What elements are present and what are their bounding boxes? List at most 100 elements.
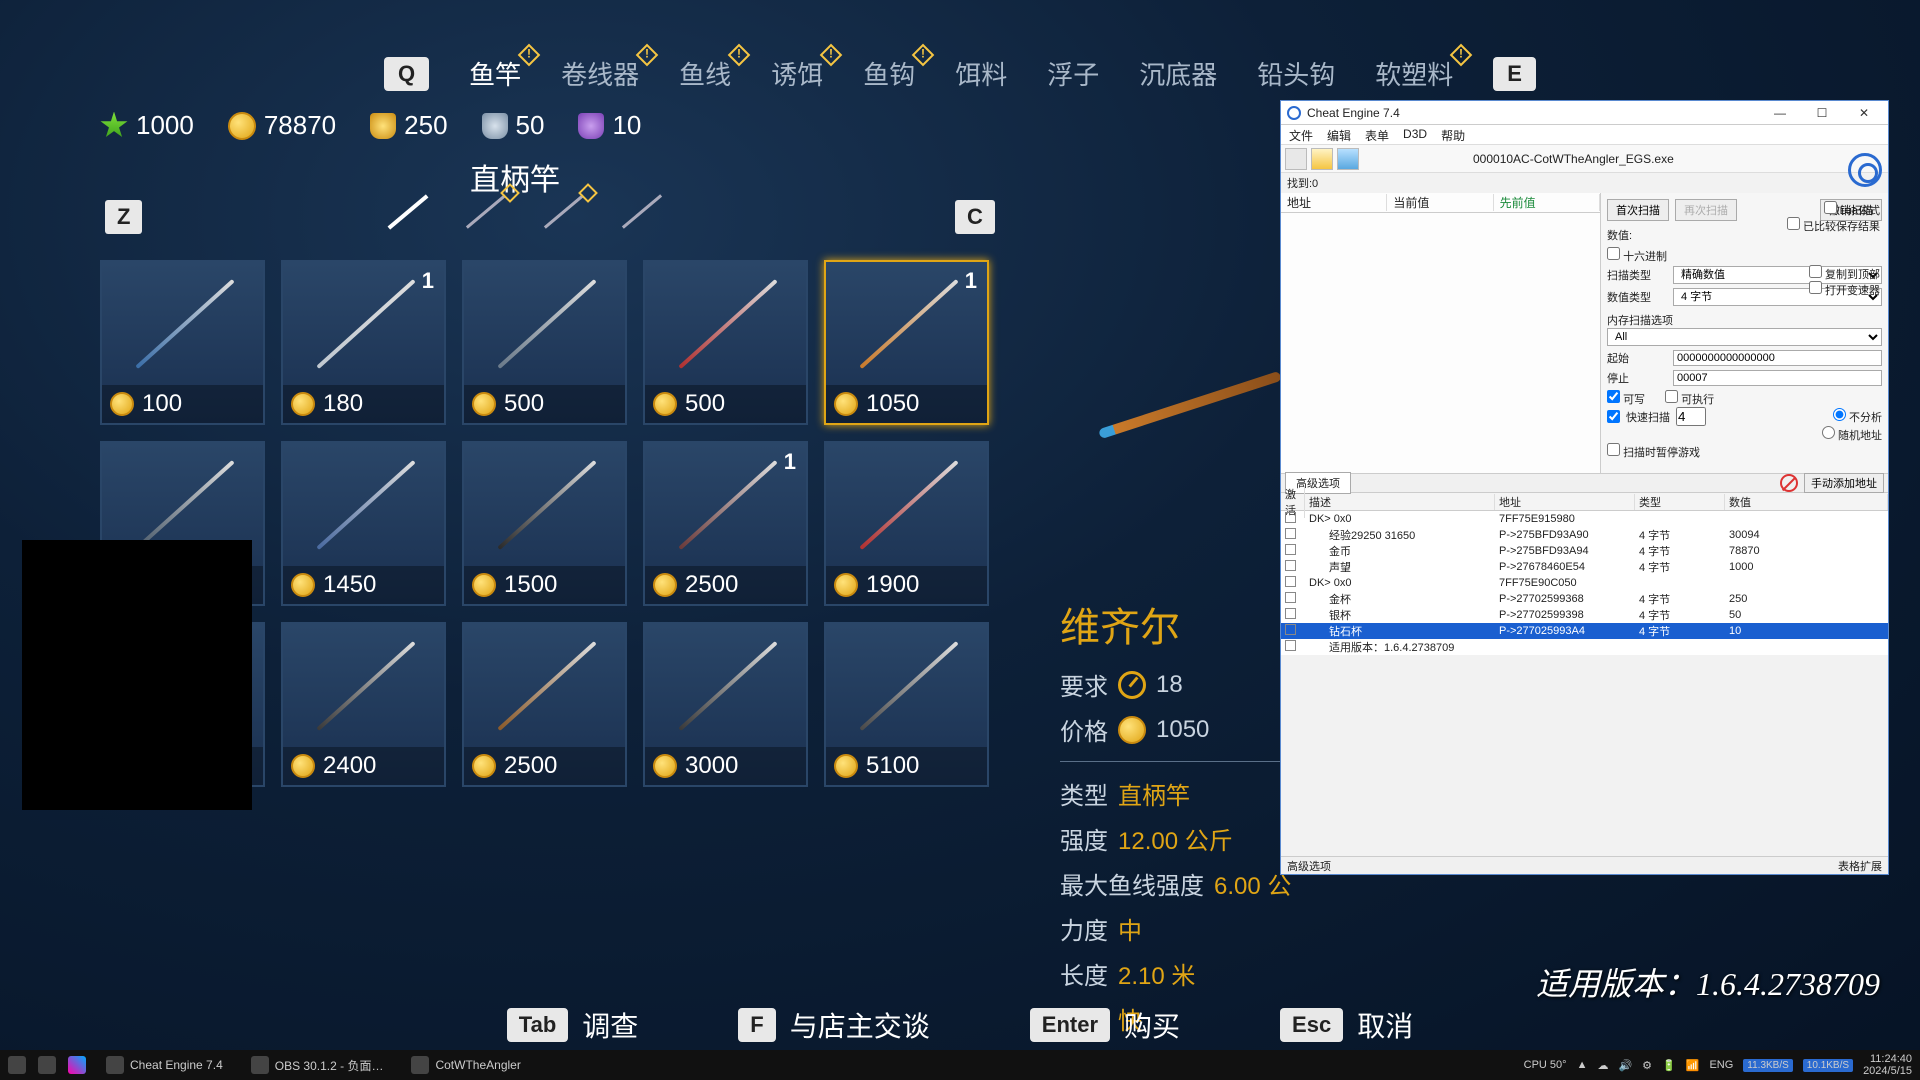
subcategory-prev-key[interactable]: Z — [105, 200, 142, 234]
price-value: 100 — [142, 390, 182, 418]
ce-table-row[interactable]: 金币P->275BFD93A944 字节78870 — [1281, 543, 1888, 559]
ce-table-row[interactable]: 经验29250 31650P->275BFD93A904 字节30094 — [1281, 527, 1888, 543]
action-inspect[interactable]: Tab调查 — [507, 1005, 639, 1045]
subcat-4[interactable] — [619, 190, 667, 230]
taskbar-app-obs[interactable]: OBS 30.1.2 - 负面… — [243, 1054, 392, 1076]
price-value: 5100 — [866, 752, 919, 780]
warn-icon — [518, 44, 541, 67]
price-bar: 2500 — [464, 747, 625, 785]
item-card[interactable]: 1450 — [281, 441, 446, 606]
item-card[interactable]: 5100 — [824, 622, 989, 787]
trophy-diamond-icon — [578, 113, 604, 139]
ce-table-row[interactable]: 适用版本：1.6.4.2738709 — [1281, 639, 1888, 655]
maximize-button[interactable]: ☐ — [1804, 106, 1840, 120]
ce-table-row[interactable]: DK> 0x07FF75E90C050 — [1281, 575, 1888, 591]
item-card[interactable]: 500 — [643, 260, 808, 425]
item-card[interactable]: 500 — [462, 260, 627, 425]
item-card[interactable]: 1180 — [281, 260, 446, 425]
tab-float[interactable]: 浮子 — [1047, 55, 1099, 92]
ce-titlebar[interactable]: Cheat Engine 7.4 — ☐ ✕ — [1281, 101, 1888, 125]
coin-icon — [472, 573, 496, 597]
task-view-icon[interactable] — [38, 1056, 56, 1074]
windows-taskbar[interactable]: Cheat Engine 7.4 OBS 30.1.2 - 负面… CotWTh… — [0, 1050, 1920, 1080]
level-icon — [1118, 671, 1146, 699]
prev-key-badge[interactable]: Q — [384, 57, 429, 91]
ce-logo-icon — [1287, 106, 1301, 120]
ce-fast-checkbox[interactable] — [1607, 410, 1620, 423]
warn-icon — [820, 44, 843, 67]
overlay-blackbox — [22, 540, 252, 810]
coin-icon — [110, 392, 134, 416]
price-value: 1050 — [866, 390, 919, 418]
ce-table-row[interactable]: DK> 0x07FF75E915980 — [1281, 511, 1888, 527]
ce-table-row[interactable]: 声望P->27678460E544 字节1000 — [1281, 559, 1888, 575]
owned-count: 1 — [965, 268, 977, 294]
item-card[interactable]: 12500 — [643, 441, 808, 606]
coin-icon — [472, 754, 496, 778]
item-card[interactable]: 2400 — [281, 622, 446, 787]
ce-big-logo-icon[interactable] — [1848, 153, 1882, 187]
ce-save-button[interactable] — [1337, 148, 1359, 170]
tab-soft[interactable]: 软塑料 — [1375, 55, 1453, 92]
price-value: 500 — [685, 390, 725, 418]
ce-table-row[interactable]: 银杯P->277025993984 字节50 — [1281, 607, 1888, 623]
ce-add-address-button[interactable]: 手动添加地址 — [1804, 473, 1884, 493]
action-buy[interactable]: Enter购买 — [1030, 1005, 1180, 1045]
ce-next-scan-button: 再次扫描 — [1675, 199, 1737, 221]
ce-stop-icon[interactable] — [1780, 474, 1798, 492]
ce-table-row[interactable]: 金杯P->277025993684 字节250 — [1281, 591, 1888, 607]
tab-jig[interactable]: 铅头钩 — [1257, 55, 1335, 92]
warn-icon — [728, 44, 751, 67]
subcategory-next-key[interactable]: C — [955, 200, 995, 234]
ce-hex-checkbox[interactable] — [1607, 247, 1620, 260]
ce-open-button[interactable] — [1311, 148, 1333, 170]
action-cancel[interactable]: Esc取消 — [1280, 1005, 1413, 1045]
ce-table-row[interactable]: 钻石杯P->277025993A44 字节10 — [1281, 623, 1888, 639]
price-value: 2500 — [504, 752, 557, 780]
price-bar: 1900 — [826, 566, 987, 604]
ce-stop-input[interactable] — [1673, 370, 1882, 386]
ce-memall-select[interactable]: All — [1607, 328, 1882, 346]
price-value: 1900 — [866, 571, 919, 599]
trophy-gold-icon — [370, 113, 396, 139]
ce-start-input[interactable] — [1673, 350, 1882, 366]
close-button[interactable]: ✕ — [1846, 106, 1882, 120]
tab-bait[interactable]: 饵料 — [955, 55, 1007, 92]
ce-menu[interactable]: 文件 编辑 表单 D3D 帮助 — [1281, 125, 1888, 145]
ce-result-list[interactable]: 地址 当前值 先前值 — [1281, 193, 1601, 473]
stat-gold: 250 — [370, 110, 447, 141]
item-card[interactable]: 1 1050 — [824, 260, 989, 425]
ce-process-button[interactable] — [1285, 148, 1307, 170]
ce-address-table[interactable]: 激活描述地址类型数值 DK> 0x07FF75E915980经验29250 31… — [1281, 493, 1888, 655]
item-card[interactable]: 1900 — [824, 441, 989, 606]
start-button[interactable] — [8, 1056, 26, 1074]
taskbar-app-ce[interactable]: Cheat Engine 7.4 — [98, 1054, 231, 1076]
subcat-3[interactable] — [541, 190, 589, 230]
tab-hook[interactable]: 鱼钩 — [863, 55, 915, 92]
coin-icon — [228, 112, 256, 140]
item-card[interactable]: 1500 — [462, 441, 627, 606]
subcat-2[interactable] — [463, 190, 511, 230]
taskbar-app-game[interactable]: CotWTheAngler — [403, 1054, 528, 1076]
item-card[interactable]: 2500 — [462, 622, 627, 787]
action-talk[interactable]: F与店主交谈 — [738, 1005, 929, 1045]
tab-rod[interactable]: 鱼竿 — [469, 55, 521, 92]
item-card[interactable]: 100 — [100, 260, 265, 425]
stat-diamond: 10 — [578, 110, 641, 141]
next-key-badge[interactable]: E — [1493, 57, 1536, 91]
price-bar: 2500 — [645, 566, 806, 604]
price-value: 1500 — [504, 571, 557, 599]
item-card[interactable]: 3000 — [643, 622, 808, 787]
tab-reel[interactable]: 卷线器 — [561, 55, 639, 92]
rod-preview — [1098, 371, 1282, 439]
copilot-icon[interactable] — [68, 1056, 86, 1074]
minimize-button[interactable]: — — [1762, 106, 1798, 120]
ce-first-scan-button[interactable]: 首次扫描 — [1607, 199, 1669, 221]
tab-sinker[interactable]: 沉底器 — [1139, 55, 1217, 92]
system-tray[interactable]: CPU 50° ▲☁🔊⚙🔋📶 ENG 11.3KB/S10.1KB/S 11:2… — [1524, 1053, 1912, 1077]
price-bar: 500 — [645, 385, 806, 423]
tab-line[interactable]: 鱼线 — [679, 55, 731, 92]
cheat-engine-window[interactable]: Cheat Engine 7.4 — ☐ ✕ 文件 编辑 表单 D3D 帮助 0… — [1280, 100, 1889, 875]
subcat-1[interactable] — [385, 190, 433, 230]
tab-lure[interactable]: 诱饵 — [771, 55, 823, 92]
